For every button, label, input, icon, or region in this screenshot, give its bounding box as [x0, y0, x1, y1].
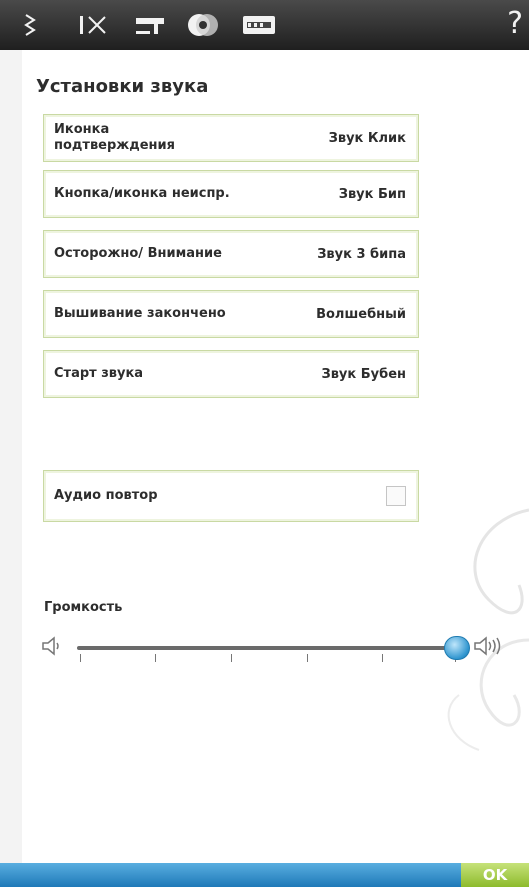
audio-repeat-checkbox[interactable] — [386, 486, 406, 506]
volume-low-icon — [40, 634, 64, 662]
setting-row-confirm-icon[interactable]: Иконка подтверждения Звук Клик — [43, 114, 419, 162]
setting-label: Иконка подтверждения — [54, 122, 175, 153]
volume-tick — [155, 654, 156, 662]
sewing-machine-icon[interactable] — [134, 14, 168, 36]
setting-row-startup-sound[interactable]: Старт звука Звук Бубен — [43, 350, 419, 398]
ok-button[interactable]: OK — [461, 863, 529, 887]
setting-value: Звук Бубен — [321, 366, 406, 382]
setting-value: Звук 3 бипа — [317, 246, 406, 262]
sound-settings-panel: Установки звука Иконка подтверждения Зву… — [22, 50, 529, 863]
volume-tick — [382, 654, 383, 662]
audio-repeat-label: Аудио повтор — [54, 488, 158, 503]
volume-slider[interactable] — [22, 620, 529, 662]
hoop-settings-icon[interactable] — [242, 14, 276, 36]
setting-row-embroidery-finished[interactable]: Вышивание закончено Волшебный — [43, 290, 419, 338]
top-toolbar: ? — [0, 0, 529, 50]
volume-track[interactable] — [77, 646, 457, 650]
stitch-menu-icon[interactable] — [22, 12, 38, 38]
volume-tick — [307, 654, 308, 662]
bobbin-icon[interactable] — [186, 12, 220, 38]
setting-value: Звук Клик — [328, 130, 406, 146]
setting-row-caution-attention[interactable]: Осторожно/ Внимание Звук 3 бипа — [43, 230, 419, 278]
help-button[interactable]: ? — [507, 6, 523, 41]
page-title: Установки звука — [36, 76, 209, 97]
scissors-icon[interactable] — [78, 12, 108, 38]
setting-label: Старт звука — [54, 366, 144, 381]
volume-label: Громкость — [44, 600, 123, 615]
setting-value: Звук Бип — [338, 186, 406, 202]
volume-slider-handle[interactable] — [444, 636, 470, 660]
volume-tick — [231, 654, 232, 662]
volume-tick — [80, 654, 81, 662]
bottom-bar: OK — [0, 863, 529, 887]
audio-repeat-row[interactable]: Аудио повтор — [43, 470, 419, 522]
setting-label: Вышивание закончено — [54, 306, 226, 321]
setting-label: Осторожно/ Внимание — [54, 246, 222, 261]
setting-row-invalid-button[interactable]: Кнопка/иконка неиспр. Звук Бип — [43, 170, 419, 218]
setting-value: Волшебный — [316, 306, 406, 322]
setting-label: Кнопка/иконка неиспр. — [54, 186, 230, 201]
volume-high-icon — [472, 634, 506, 662]
